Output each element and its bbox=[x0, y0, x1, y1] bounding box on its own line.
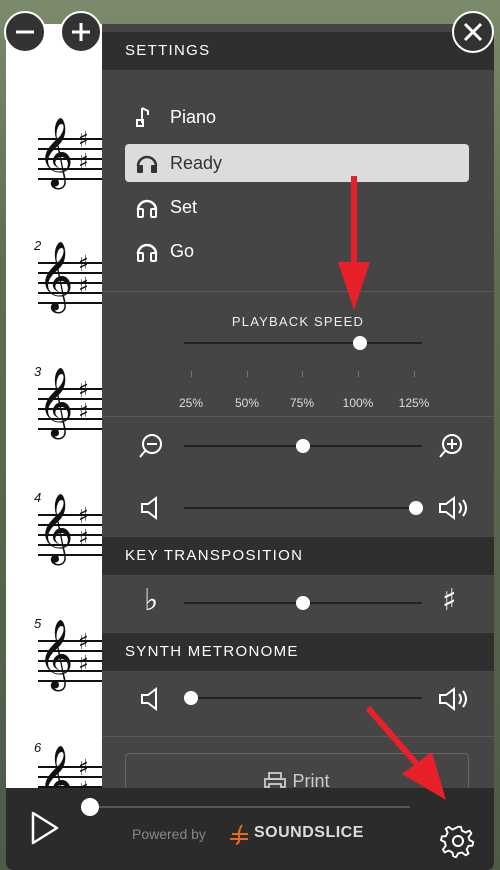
settings-panel: SETTINGS Piano Ready Set Go PLAYBACK SPE… bbox=[102, 24, 494, 813]
soundslice-logo-icon bbox=[230, 824, 248, 845]
zoom-slider[interactable] bbox=[184, 439, 422, 453]
powered-by-label: Powered by bbox=[132, 826, 206, 842]
treble-clef-icon: 𝄞 bbox=[38, 117, 74, 187]
tick-mark bbox=[247, 371, 248, 377]
slider-thumb[interactable] bbox=[409, 501, 423, 515]
tick-mark bbox=[191, 371, 192, 377]
treble-clef-icon: 𝄞 bbox=[38, 241, 74, 311]
tick-mark bbox=[302, 371, 303, 377]
headphones-icon bbox=[136, 155, 158, 173]
playback-progress-slider[interactable] bbox=[81, 798, 410, 816]
headphones-icon bbox=[136, 199, 158, 218]
play-icon[interactable] bbox=[30, 810, 60, 846]
treble-clef-icon: 𝄞 bbox=[38, 493, 74, 563]
treble-clef-icon: 𝄞 bbox=[38, 367, 74, 437]
playback-speed-slider[interactable] bbox=[184, 336, 422, 350]
key-transposition-header: KEY TRANSPOSITION bbox=[102, 537, 494, 575]
synth-metronome-header: SYNTH METRONOME bbox=[102, 633, 494, 671]
volume-high-icon[interactable] bbox=[438, 494, 472, 522]
instrument-label: Set bbox=[170, 197, 198, 217]
close-icon bbox=[463, 22, 483, 42]
speed-tick-label: 25% bbox=[178, 396, 204, 410]
key-signature-sharps: ♯♯ bbox=[78, 378, 89, 425]
treble-clef-icon: 𝄞 bbox=[38, 619, 74, 689]
zoom-in-button[interactable] bbox=[60, 11, 102, 53]
playback-speed-label: PLAYBACK SPEED bbox=[231, 314, 365, 329]
instrument-label: Go bbox=[170, 241, 195, 261]
instrument-item-ready[interactable]: Ready bbox=[125, 144, 469, 182]
volume-slider[interactable] bbox=[184, 501, 423, 515]
settings-header: SETTINGS bbox=[102, 32, 494, 70]
zoom-out-icon[interactable] bbox=[138, 432, 166, 460]
metronome-volume-low-icon[interactable] bbox=[138, 685, 166, 713]
instrument-label: Piano bbox=[170, 107, 217, 127]
minus-icon bbox=[16, 30, 34, 34]
staff-system: 4 𝄞 ♯ ♯ bbox=[24, 490, 102, 600]
speed-tick-label: 50% bbox=[234, 396, 260, 410]
key-signature-sharps: ♯♯ bbox=[78, 128, 89, 175]
key-signature-sharps: ♯♯ bbox=[78, 252, 89, 299]
zoom-out-button[interactable] bbox=[4, 11, 46, 53]
tick-mark bbox=[414, 371, 415, 377]
progress-thumb[interactable] bbox=[81, 798, 99, 816]
zoom-in-icon[interactable] bbox=[438, 432, 466, 460]
tick-mark bbox=[358, 371, 359, 377]
settings-gear-icon[interactable] bbox=[440, 824, 476, 860]
plus-icon bbox=[72, 23, 90, 41]
soundslice-brand[interactable]: SOUNDSLICE bbox=[254, 824, 364, 842]
staff-system: 2 𝄞 ♯ ♯ bbox=[24, 238, 102, 348]
instrument-item-set[interactable]: Set bbox=[125, 188, 469, 226]
speed-tick-label: 125% bbox=[398, 396, 430, 410]
annotation-arrow-icon bbox=[365, 706, 446, 800]
slider-thumb[interactable] bbox=[353, 336, 368, 350]
slider-thumb[interactable] bbox=[184, 691, 199, 705]
close-button[interactable] bbox=[452, 11, 494, 53]
staff-system: 5 𝄞 ♯ ♯ bbox=[24, 616, 102, 726]
speed-tick-label: 75% bbox=[289, 396, 315, 410]
sheet-music: 𝄞 ♯ ♯ 2 𝄞 ♯ ♯ 3 𝄞 ♯ ♯ 4 𝄞 ♯ ♯ 5 𝄞 ♯ ♯ 6 … bbox=[6, 24, 102, 810]
key-signature-sharps: ♯♯ bbox=[78, 630, 89, 677]
staff-system: 𝄞 ♯ ♯ bbox=[24, 116, 102, 226]
volume-low-icon[interactable] bbox=[138, 494, 166, 522]
divider bbox=[102, 416, 494, 417]
annotation-arrow-icon bbox=[338, 176, 370, 310]
sharp-icon[interactable]: ♯ bbox=[442, 586, 457, 616]
instrument-item-go[interactable]: Go bbox=[125, 232, 469, 270]
staff-system: 3 𝄞 ♯ ♯ bbox=[24, 364, 102, 474]
instrument-label: Ready bbox=[170, 153, 223, 173]
instrument-item-piano[interactable]: Piano bbox=[125, 98, 469, 136]
key-signature-sharps: ♯♯ bbox=[78, 504, 89, 551]
slider-thumb[interactable] bbox=[296, 439, 310, 453]
divider bbox=[102, 291, 494, 292]
flat-icon[interactable]: ♭ bbox=[144, 586, 158, 616]
headphones-icon bbox=[136, 243, 158, 262]
speed-tick-label: 100% bbox=[342, 396, 374, 410]
slider-thumb[interactable] bbox=[296, 596, 310, 610]
music-note-icon bbox=[136, 107, 149, 127]
transposition-slider[interactable] bbox=[184, 596, 422, 610]
